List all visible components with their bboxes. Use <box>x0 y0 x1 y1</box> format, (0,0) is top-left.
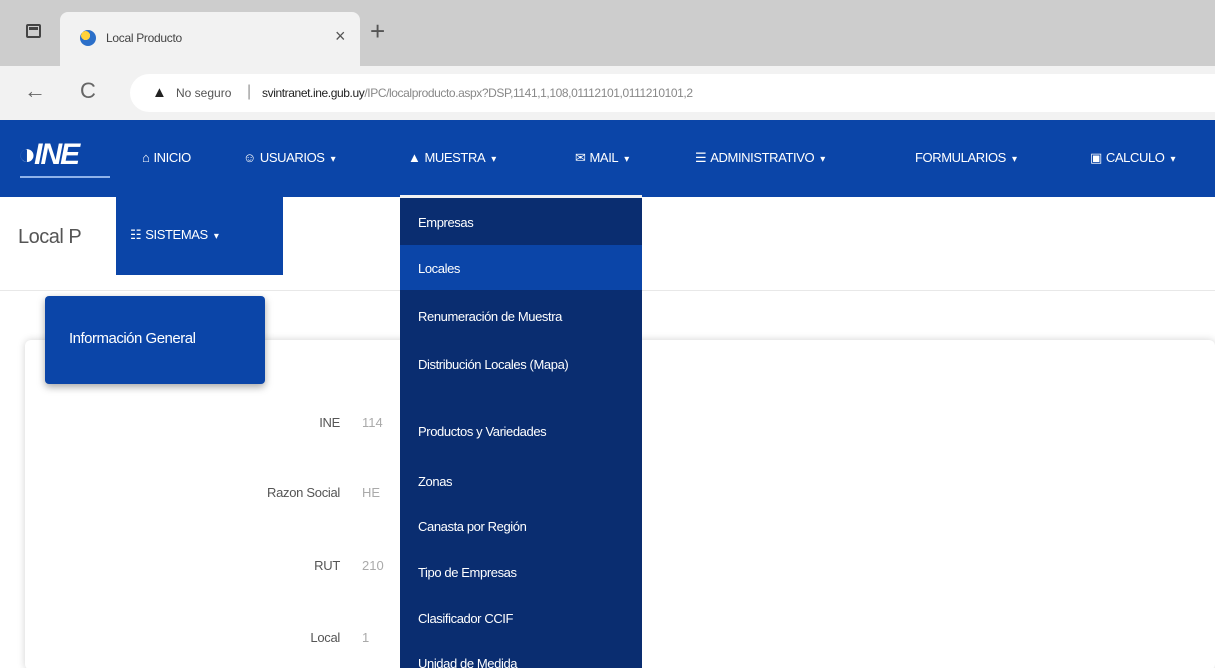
logo-underline <box>20 176 110 178</box>
chevron-down-icon: ▾ <box>213 231 219 242</box>
field-value-local: 1 <box>362 630 370 645</box>
nav-item-administrativo[interactable]: ☰ ADMINISTRATIVO ▾ <box>695 150 825 166</box>
menu-item-tipo-de-empresas[interactable]: Tipo de Empresas <box>418 564 633 582</box>
nav-item-calculo[interactable]: ▣ CALCULO ▾ <box>1090 150 1175 166</box>
reload-icon[interactable]: C <box>80 78 96 104</box>
calculator-icon: ▣ <box>1090 150 1102 165</box>
nav-item-muestra[interactable]: ▲ MUESTRA ▾ <box>408 150 496 165</box>
field-label-rut: RUT <box>314 558 340 573</box>
nav-label: ADMINISTRATIVO <box>710 150 815 165</box>
nav-label: USUARIOS <box>259 150 325 165</box>
chevron-down-icon: ▾ <box>624 154 629 165</box>
url-text: svintranet.ine.gub.uy/IPC/localproducto.… <box>262 86 693 100</box>
card-tab-informacion-general[interactable]: Información General <box>45 296 265 384</box>
chevron-down-icon: ▾ <box>1011 154 1017 165</box>
menu-item-locales[interactable]: Locales <box>418 260 633 278</box>
nav-label: FORMULARIOS <box>915 150 1006 165</box>
users-icon: ☺ <box>243 150 256 165</box>
back-arrow-icon[interactable]: ← <box>24 78 46 104</box>
nav-item-mail[interactable]: ✉ MAIL ▾ <box>575 150 629 166</box>
warning-icon: ▲ <box>152 84 167 101</box>
field-value-ine: 114 <box>362 415 383 430</box>
menu-item-empresas[interactable]: Empresas <box>418 214 633 232</box>
browser-tab-bar: Local Producto × + <box>0 0 1215 66</box>
list-icon: ☰ <box>695 150 707 165</box>
tab-actions-icon[interactable] <box>26 24 41 38</box>
nav-label: CALCULO <box>1105 150 1165 165</box>
logo-mark-icon: ◑ <box>18 138 36 171</box>
page-title: Local P <box>18 226 82 248</box>
not-secure-label: No seguro <box>176 86 232 100</box>
menu-item-canasta-por-region[interactable]: Canasta por Región <box>418 518 633 536</box>
logo-text: INE <box>34 138 80 171</box>
favicon-icon <box>80 30 96 46</box>
field-label-razon-social: Razon Social <box>267 485 340 500</box>
menu-item-clasificador-ccif[interactable]: Clasificador CCIF <box>418 610 633 628</box>
new-tab-icon[interactable]: + <box>370 18 385 44</box>
url-host: svintranet.ine.gub.uy <box>262 86 365 100</box>
close-tab-icon[interactable]: × <box>335 26 346 47</box>
nav-row-2: ☷ SISTEMAS ▾ <box>116 197 283 275</box>
nav-item-formularios[interactable]: FORMULARIOS ▾ <box>915 150 1017 165</box>
muestra-dropdown-menu: Empresas Locales Renumeración de Muestra… <box>400 195 642 668</box>
menu-item-zonas[interactable]: Zonas <box>418 473 633 491</box>
ine-logo[interactable]: ◑INE <box>18 138 80 171</box>
card-tab-label: Información General <box>69 330 196 347</box>
building-icon: ▲ <box>408 150 421 165</box>
chevron-down-icon: ▾ <box>330 154 336 165</box>
field-value-razon-social: HE <box>362 485 381 500</box>
nav-label: MUESTRA <box>424 150 486 165</box>
home-icon: ⌂ <box>142 150 150 165</box>
mail-icon: ✉ <box>575 150 586 165</box>
chevron-down-icon: ▾ <box>491 154 496 165</box>
field-label-ine: INE <box>319 415 340 430</box>
main-navbar: ◑INE ⌂ INICIO ☺ USUARIOS ▾ ▲ MUESTRA ▾ ✉ MAIL ▾… <box>0 120 1215 197</box>
chevron-down-icon: ▾ <box>820 154 825 165</box>
browser-tab[interactable]: Local Producto × <box>60 12 360 66</box>
url-path: /IPC/localproducto.aspx?DSP,1141,1,108,0… <box>364 86 693 100</box>
chevron-down-icon: ▾ <box>1170 154 1176 165</box>
nav-label: INICIO <box>153 150 191 165</box>
browser-address-bar: ← C ▲ No seguro | svintranet.ine.gub.uy/… <box>0 66 1215 120</box>
menu-item-distribucion-locales[interactable]: Distribución Locales (Mapa) <box>418 356 588 374</box>
url-separator: | <box>247 83 252 100</box>
menu-item-unidad-de-medida[interactable]: Unidad de Medida <box>418 655 633 668</box>
nav-item-sistemas[interactable]: ☷ SISTEMAS ▾ <box>130 227 219 243</box>
tab-title: Local Producto <box>106 31 182 45</box>
menu-item-renumeracion-de-muestra[interactable]: Renumeración de Muestra <box>418 308 633 326</box>
menu-item-productos-y-variedades[interactable]: Productos y Variedades <box>418 423 633 441</box>
nav-item-inicio[interactable]: ⌂ INICIO <box>142 150 191 165</box>
field-label-local: Local <box>310 630 340 645</box>
nav-item-usuarios[interactable]: ☺ USUARIOS ▾ <box>243 150 336 165</box>
nav-label: SISTEMAS <box>145 227 208 242</box>
sitemap-icon: ☷ <box>130 227 142 242</box>
field-value-rut: 210 <box>362 558 384 573</box>
url-field[interactable]: ▲ No seguro | svintranet.ine.gub.uy/IPC/… <box>130 74 1215 112</box>
nav-label: MAIL <box>589 150 619 165</box>
